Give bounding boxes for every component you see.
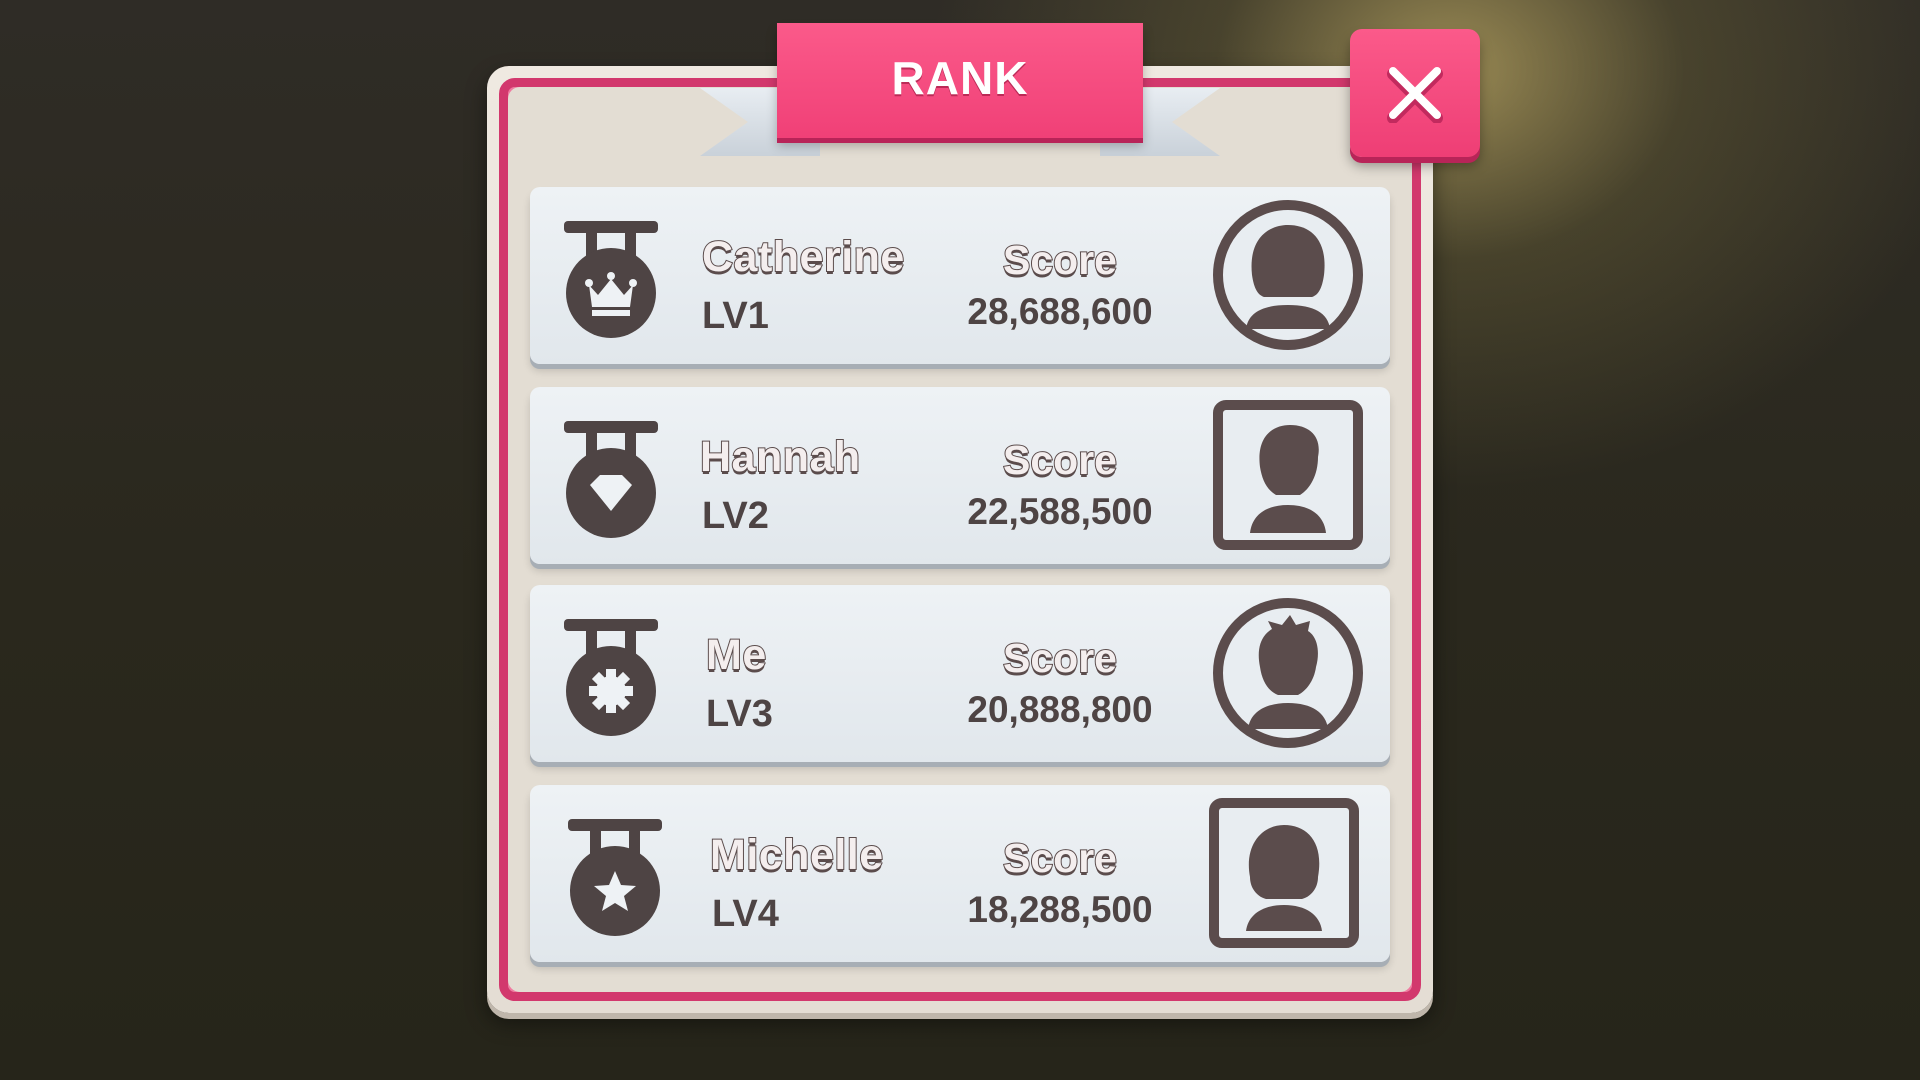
score-label: Score <box>1002 236 1118 284</box>
male-avatar-icon <box>1213 400 1363 550</box>
title-banner: RANK <box>777 23 1143 138</box>
player-level: LV4 <box>712 893 779 935</box>
crown-medal-icon <box>564 221 658 338</box>
spiky-hair-avatar-icon <box>1213 598 1363 748</box>
page-title: RANK <box>891 51 1029 104</box>
player-name: Me <box>705 630 767 680</box>
score-label: Score <box>1002 834 1118 882</box>
score-value: 28,688,600 <box>967 291 1153 332</box>
rank-row-3[interactable]: Me LV3 Score 20,888,800 <box>530 585 1390 762</box>
player-name: Michelle <box>709 830 884 880</box>
rank-row-4[interactable]: Michelle LV4 Score 18,288,500 <box>530 785 1390 962</box>
female-avatar-icon <box>1213 200 1363 350</box>
close-button[interactable] <box>1350 29 1480 157</box>
player-name: Hannah <box>699 432 861 482</box>
star-medal-icon <box>568 819 662 936</box>
female-avatar-icon <box>1209 798 1359 948</box>
player-level: LV1 <box>702 295 769 337</box>
score-value: 20,888,800 <box>967 689 1153 730</box>
rank-row-1[interactable]: Catherine LV1 Score 28,688,600 <box>530 187 1390 364</box>
diamond-medal-icon <box>564 421 658 538</box>
score-value: 22,588,500 <box>967 491 1153 532</box>
player-level: LV2 <box>702 495 769 537</box>
close-icon <box>1387 67 1443 123</box>
score-label: Score <box>1002 436 1118 484</box>
gear-medal-icon <box>564 619 658 736</box>
score-value: 18,288,500 <box>967 889 1153 930</box>
player-level: LV3 <box>706 693 773 735</box>
player-name: Catherine <box>701 232 905 282</box>
rank-row-2[interactable]: Hannah LV2 Score 22,588,500 <box>530 387 1390 564</box>
score-label: Score <box>1002 634 1118 682</box>
